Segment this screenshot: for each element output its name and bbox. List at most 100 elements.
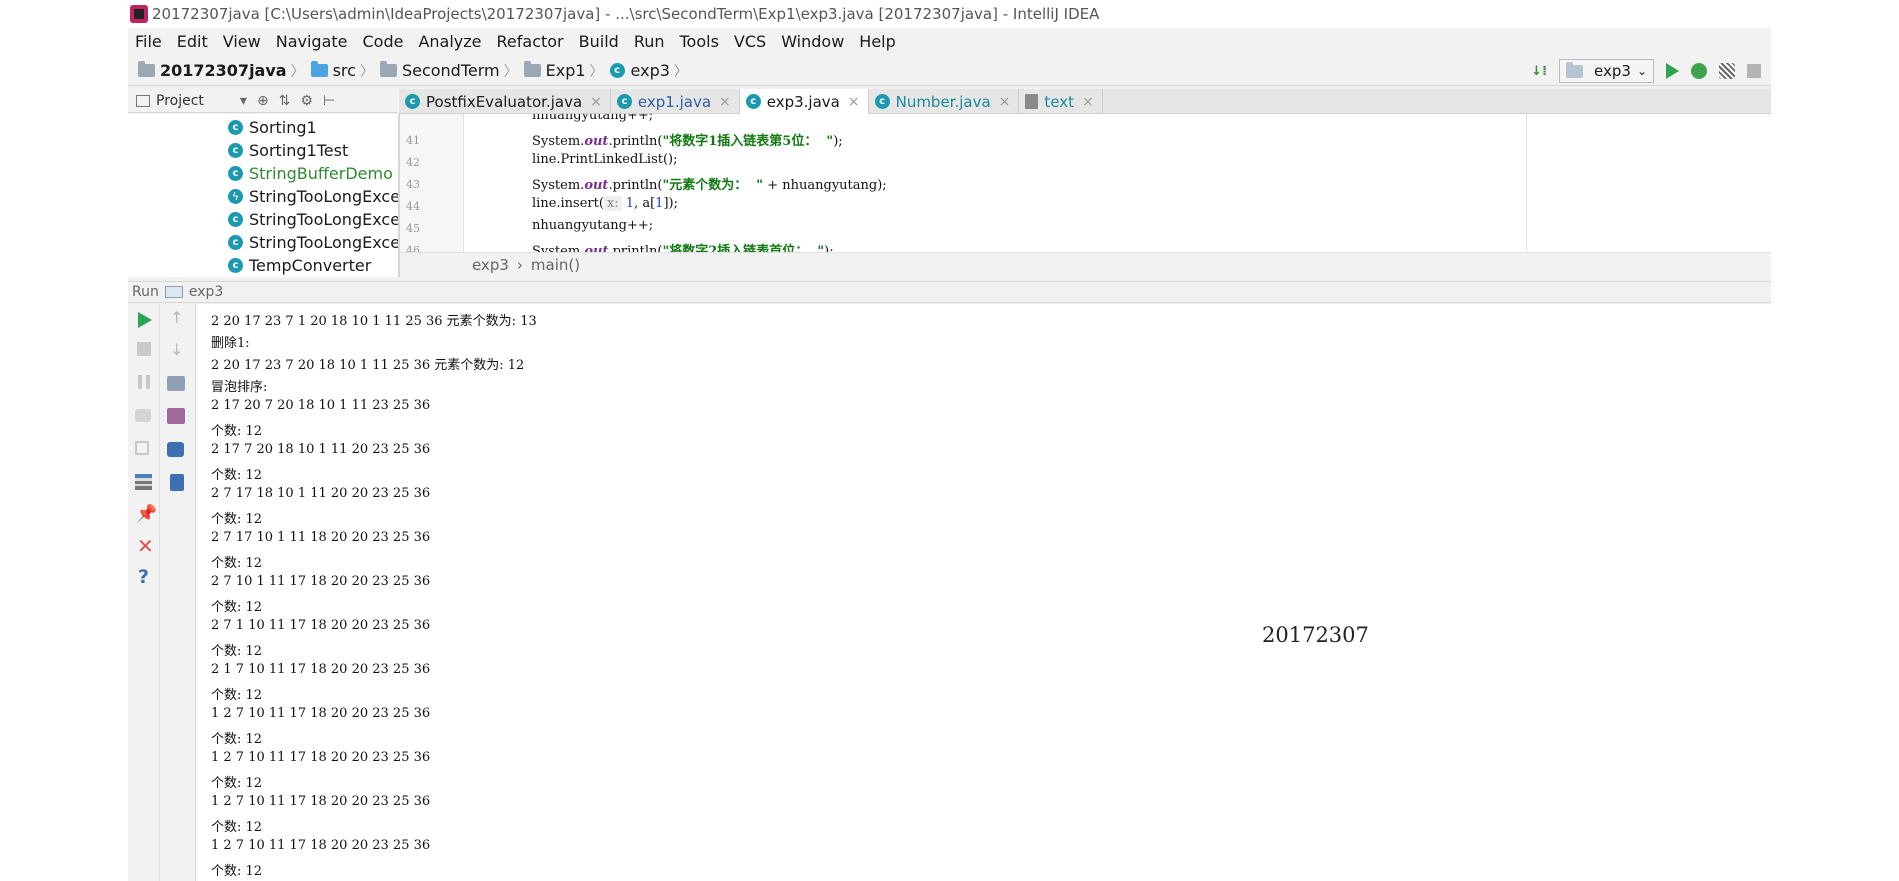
tree-item[interactable]: c TempConverter [228, 254, 371, 277]
close-icon[interactable]: × [719, 94, 731, 110]
build-icon[interactable]: ↓⁞ [1531, 64, 1547, 79]
console-line: 个数: 12 [211, 600, 263, 615]
console-line: 个数: 12 [211, 864, 263, 879]
menu-help[interactable]: Help [852, 32, 903, 51]
dump-threads-icon[interactable] [135, 409, 151, 422]
chevron-right-icon: 〉 [290, 63, 305, 80]
debug-button[interactable] [1691, 63, 1707, 79]
arrow-down-icon[interactable]: ↓ [170, 340, 188, 359]
gear-icon[interactable]: ⚙ [300, 93, 313, 109]
tab-text[interactable]: text × [1019, 89, 1103, 114]
breadcrumb-method[interactable]: main() [531, 256, 580, 274]
close-icon[interactable]: × [999, 94, 1011, 110]
intellij-logo-icon [130, 5, 148, 23]
tree-item[interactable]: c Sorting1 [228, 116, 317, 139]
line-number: 45 [406, 222, 420, 235]
menu-refactor[interactable]: Refactor [490, 32, 572, 51]
hide-icon[interactable]: ⊢ [323, 93, 335, 109]
breadcrumb-separator: › [516, 256, 523, 274]
console-line: 个数: 12 [211, 556, 263, 571]
breadcrumb-class[interactable]: exp3 [472, 256, 509, 274]
class-icon: c [228, 166, 243, 181]
stop-icon[interactable] [137, 342, 151, 356]
clear-all-icon[interactable] [170, 474, 184, 491]
package-icon [379, 61, 397, 77]
breadcrumb-secondterm[interactable]: SecondTerm 〉 [379, 61, 524, 81]
dropdown-icon[interactable]: ▾ [240, 93, 247, 109]
print-icon[interactable] [167, 442, 184, 457]
scroll-to-end-icon[interactable] [167, 408, 185, 424]
code-editor[interactable]: 41 42 43 44 45 46 nhuangyutang++; System… [400, 114, 1771, 252]
pin-icon[interactable]: 📌 [136, 504, 157, 524]
console-line: 2 7 1 10 11 17 18 20 20 23 25 36 [211, 618, 431, 633]
run-config-label: exp3 [1594, 62, 1631, 80]
exit-icon[interactable] [135, 441, 149, 455]
menu-tools[interactable]: Tools [673, 32, 727, 51]
pause-icon[interactable] [138, 375, 150, 389]
console-line: 2 17 7 20 18 10 1 11 20 23 25 36 [211, 442, 431, 457]
run-toolbar-left: 📌 ✕ ? [128, 304, 160, 881]
ide-window: 20172307java [C:\Users\admin\IdeaProject… [128, 0, 1771, 881]
breadcrumb-exp1[interactable]: Exp1 〉 [523, 61, 610, 81]
breadcrumb-project[interactable]: 20172307java 〉 [138, 61, 311, 81]
rerun-icon[interactable] [138, 312, 152, 328]
code-line: nhuangyutang++; [532, 114, 654, 123]
console-line: 1 2 7 10 11 17 18 20 20 23 25 36 [211, 838, 431, 853]
menu-run[interactable]: Run [627, 32, 673, 51]
config-icon [1566, 61, 1584, 78]
text-file-icon [1025, 94, 1039, 109]
navigation-bar: 20172307java 〉 src 〉 SecondTerm 〉 Exp1 〉… [128, 56, 1771, 86]
menu-analyze[interactable]: Analyze [411, 32, 489, 51]
close-icon[interactable]: ✕ [137, 534, 155, 558]
console-output[interactable]: 2 20 17 23 7 1 20 18 10 1 11 25 36 元素个数为… [197, 304, 1771, 881]
tab-exp3[interactable]: c exp3.java × [739, 89, 869, 114]
breadcrumb-exp3-label: exp3 [630, 61, 670, 80]
tab-number[interactable]: c Number.java × [869, 89, 1020, 114]
project-panel-header: Project ▾ ⊕ ⇅ ⚙ ⊢ [128, 89, 398, 113]
menu-build[interactable]: Build [572, 32, 627, 51]
folder-icon [310, 61, 328, 77]
run-tab-label[interactable]: exp3 [189, 284, 223, 300]
tree-item[interactable]: c StringTooLongExcep [228, 231, 398, 254]
project-panel-title[interactable]: Project [156, 93, 204, 109]
breadcrumb-src[interactable]: src 〉 [310, 61, 380, 81]
help-icon[interactable]: ? [138, 566, 156, 588]
breadcrumb-exp3[interactable]: c exp3 〉 [609, 61, 694, 81]
soft-wrap-icon[interactable] [167, 376, 185, 391]
package-icon [523, 61, 541, 77]
tree-item[interactable]: c StringTooLongExcep [228, 208, 398, 231]
code-line: System.out.println("将数字2插入链表首位： "); [532, 244, 834, 252]
menu-window[interactable]: Window [774, 32, 852, 51]
target-icon[interactable]: ⊕ [257, 93, 269, 109]
class-icon: c [874, 94, 890, 109]
stop-button[interactable] [1747, 64, 1761, 78]
breadcrumb-project-label: 20172307java [160, 61, 287, 80]
tab-exp1[interactable]: c exp1.java × [611, 89, 740, 114]
menu-code[interactable]: Code [356, 32, 412, 51]
menu-navigate[interactable]: Navigate [269, 32, 356, 51]
run-button[interactable] [1666, 63, 1679, 79]
menu-vcs[interactable]: VCS [727, 32, 774, 51]
run-config-icon [164, 286, 183, 298]
class-icon: c [228, 143, 243, 158]
close-icon[interactable]: × [1082, 94, 1094, 110]
close-icon[interactable]: × [848, 94, 860, 110]
collapse-icon[interactable]: ⇅ [279, 93, 291, 109]
tree-item[interactable]: c StringBufferDemo [228, 162, 393, 185]
console-line: 2 1 7 10 11 17 18 20 20 23 25 36 [211, 662, 431, 677]
console-line: 个数: 12 [211, 512, 263, 527]
window-title: 20172307java [C:\Users\admin\IdeaProject… [152, 5, 1100, 23]
line-number: 46 [406, 244, 420, 252]
tree-item[interactable]: ϟ StringTooLongExcep [228, 185, 398, 208]
coverage-button[interactable] [1719, 63, 1735, 79]
arrow-up-icon[interactable]: ↑ [170, 308, 188, 327]
layout-icon[interactable] [135, 474, 152, 490]
menu-file[interactable]: File [128, 32, 170, 51]
menu-view[interactable]: View [216, 32, 269, 51]
tree-item[interactable]: c Sorting1Test [228, 139, 348, 162]
run-config-select[interactable]: exp3 ⌄ [1559, 59, 1654, 83]
tab-postfixevaluator[interactable]: c PostfixEvaluator.java × [399, 89, 611, 114]
run-panel-header: Run exp3 [128, 281, 1771, 303]
close-icon[interactable]: × [590, 94, 602, 110]
menu-edit[interactable]: Edit [170, 32, 216, 51]
